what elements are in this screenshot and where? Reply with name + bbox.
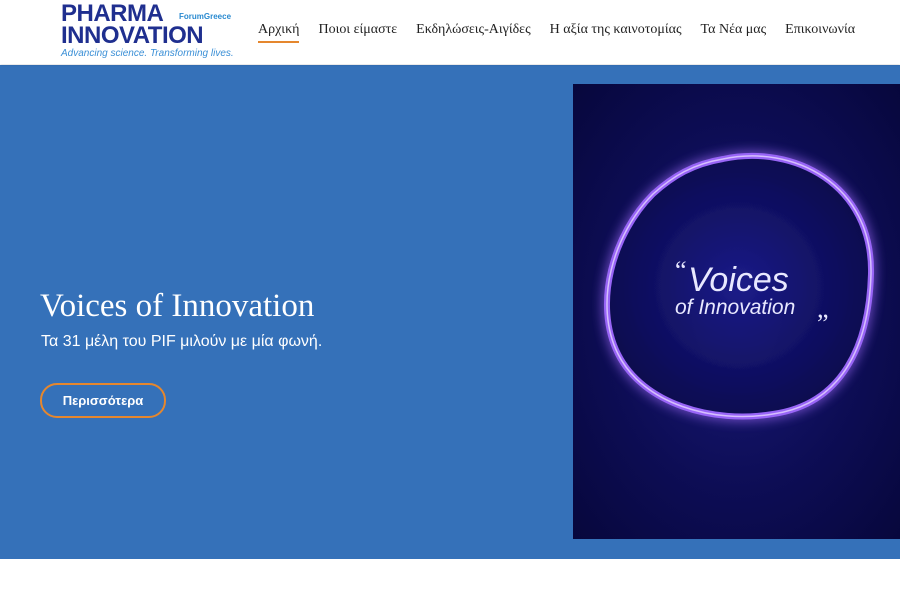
nav-item-news[interactable]: Τα Νέα μας: [701, 22, 767, 42]
promo-line-of-innovation: of Innovation: [675, 296, 796, 319]
nav-item-innovation-value[interactable]: Η αξία της καινοτομίας: [550, 22, 682, 42]
close-quote-mark: „: [817, 294, 829, 323]
site-logo[interactable]: PHARMA ForumGreece INNOVATION Advancing …: [61, 2, 241, 62]
nav-item-home[interactable]: Αρχική: [258, 22, 300, 43]
open-quote-mark: “: [675, 256, 687, 285]
nav-item-about[interactable]: Ποιοι είμαστε: [318, 22, 397, 42]
nav-item-events[interactable]: Εκδηλώσεις-Αιγίδες: [416, 22, 530, 42]
main-nav: Αρχική Ποιοι είμαστε Εκδηλώσεις-Αιγίδες …: [258, 22, 874, 43]
hero-title: Voices of Innovation: [40, 288, 315, 324]
logo-forum-label: ForumGreece: [179, 12, 232, 21]
voices-of-innovation-image[interactable]: “ Voices of Innovation „: [573, 84, 900, 539]
hero-section: Voices of Innovation Τα 31 μέλη του PIF …: [0, 65, 900, 559]
promo-line-voices: Voices: [688, 261, 789, 299]
logo-line-innovation: INNOVATION: [61, 22, 204, 49]
more-button[interactable]: Περισσότερα: [40, 383, 166, 418]
logo-tagline: Advancing science. Transforming lives.: [61, 48, 234, 59]
nav-item-contact[interactable]: Επικοινωνία: [785, 22, 855, 42]
hero-subtitle: Τα 31 μέλη του PIF μιλούν με μία φωνή.: [41, 333, 323, 350]
site-header: PHARMA ForumGreece INNOVATION Advancing …: [0, 0, 900, 64]
